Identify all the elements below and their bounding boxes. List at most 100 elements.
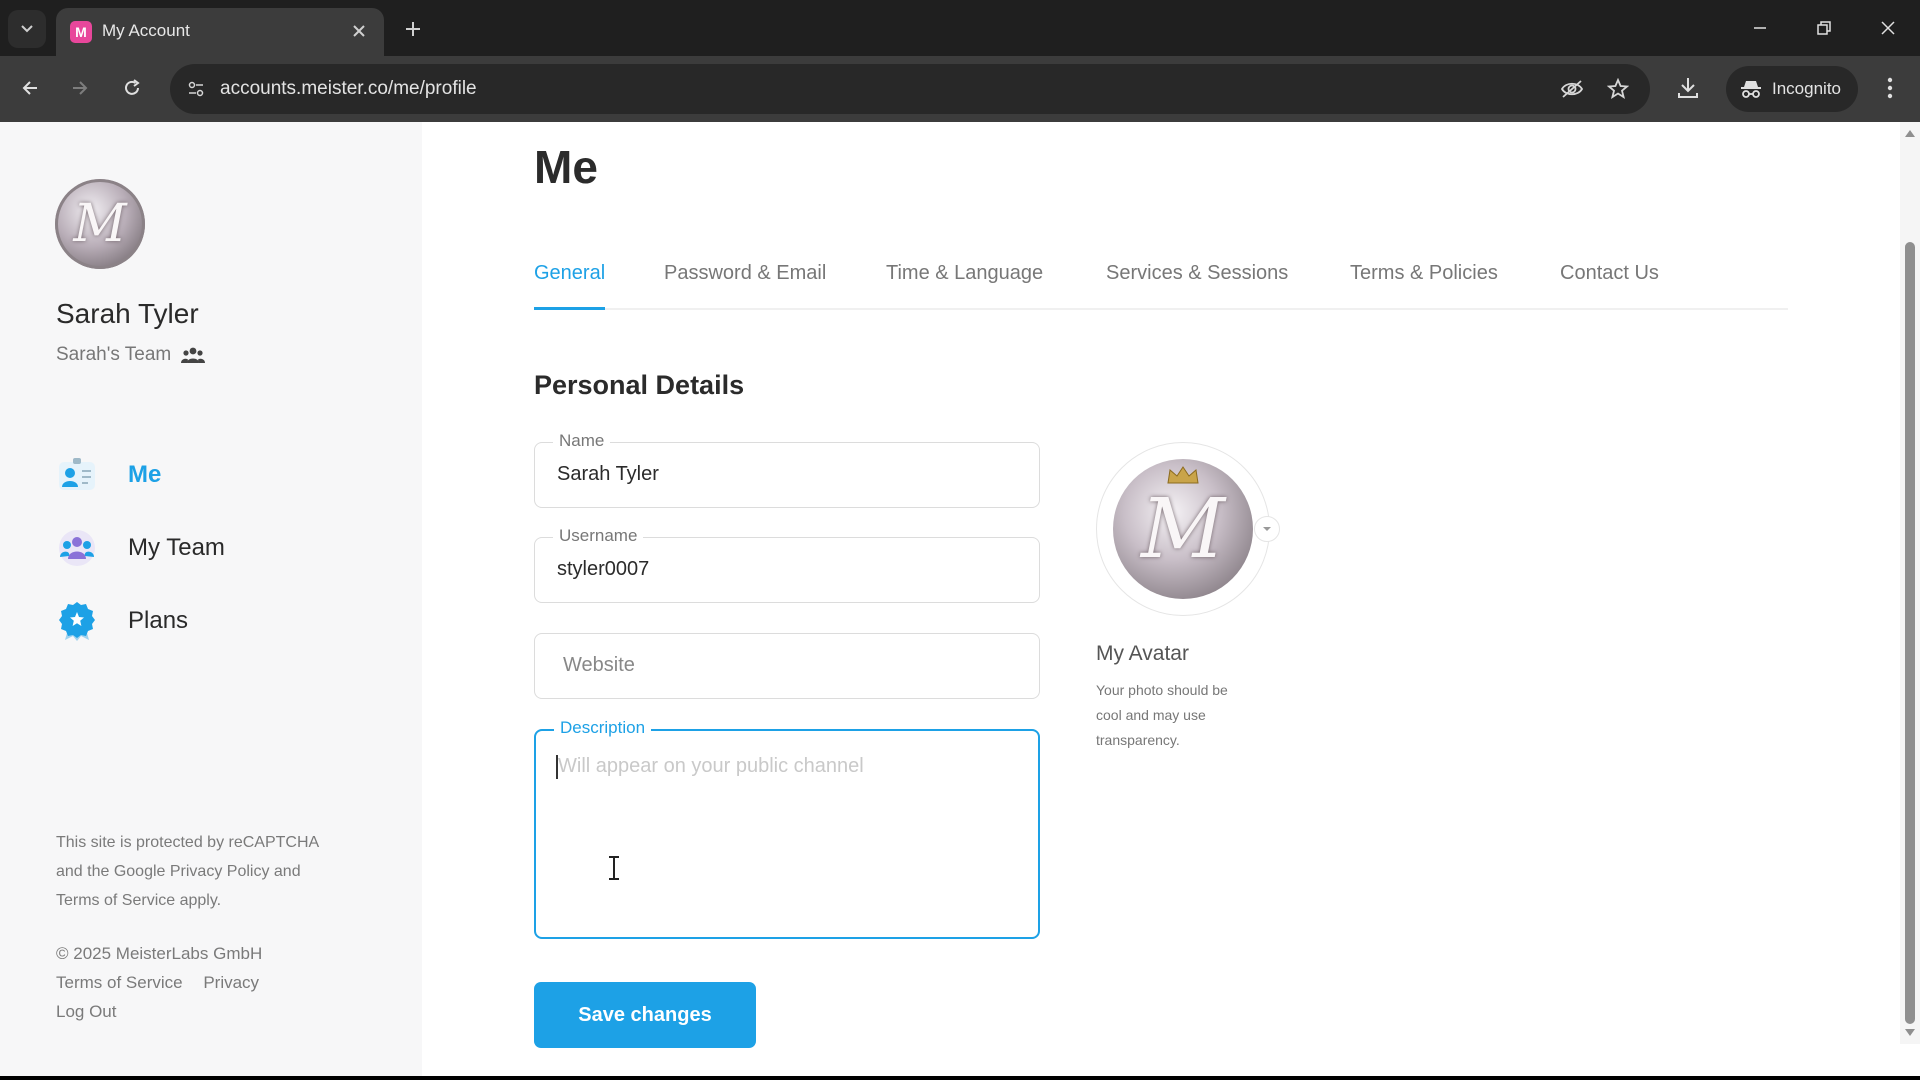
avatar-title: My Avatar bbox=[1096, 642, 1189, 665]
avatar: M bbox=[1113, 459, 1253, 599]
website-field[interactable]: Website bbox=[534, 633, 1040, 699]
restore-icon bbox=[1817, 21, 1831, 35]
privacy-link[interactable]: Privacy bbox=[203, 973, 259, 992]
sidebar-item-label: My Team bbox=[128, 534, 225, 561]
settings-tabs: General Password & Email Time & Language… bbox=[534, 262, 1788, 310]
star-icon bbox=[1607, 78, 1629, 99]
back-button[interactable] bbox=[10, 68, 50, 108]
username-field-value: styler0007 bbox=[557, 558, 650, 580]
avatar[interactable]: M bbox=[55, 179, 145, 269]
incognito-label: Incognito bbox=[1772, 79, 1841, 98]
text-caret bbox=[556, 755, 558, 779]
chevron-down-icon bbox=[21, 25, 33, 33]
avatar-hint-line: cool and may use bbox=[1096, 707, 1206, 723]
copyright: © 2025 MeisterLabs GmbH bbox=[56, 944, 263, 963]
description-placeholder: Will appear on your public channel bbox=[558, 755, 864, 777]
recaptcha-line: This site is protected by reCAPTCHA bbox=[56, 834, 320, 851]
team-name: Sarah's Team bbox=[56, 344, 172, 365]
username-field[interactable]: Username styler0007 bbox=[534, 526, 1040, 603]
minimize-button[interactable] bbox=[1740, 10, 1780, 46]
site-info-button[interactable] bbox=[180, 73, 212, 105]
tab-time-language[interactable]: Time & Language bbox=[886, 262, 1043, 310]
scrollbar-thumb[interactable] bbox=[1905, 242, 1915, 1024]
name-field[interactable]: Name Sarah Tyler bbox=[534, 431, 1040, 508]
avatar-hint: Your photo should be cool and may use tr… bbox=[1096, 678, 1264, 753]
avatar-upload[interactable]: M bbox=[1096, 442, 1270, 616]
avatar-hint-line: Your photo should be bbox=[1096, 682, 1228, 698]
save-changes-button[interactable]: Save changes bbox=[534, 982, 756, 1048]
window-close-button[interactable] bbox=[1868, 10, 1908, 46]
sidebar-item-plans[interactable]: Plans bbox=[56, 600, 188, 642]
text-cursor-icon bbox=[609, 856, 619, 880]
profile-card-icon bbox=[56, 454, 98, 496]
browser-tabstrip: M My Account bbox=[0, 0, 1920, 56]
incognito-indicator[interactable]: Incognito bbox=[1726, 66, 1858, 112]
crown-icon bbox=[1167, 466, 1199, 484]
forward-button[interactable] bbox=[60, 68, 100, 108]
url-text: accounts.meister.co/me/profile bbox=[220, 78, 477, 99]
sidebar-item-label: Me bbox=[128, 461, 162, 488]
incognito-icon bbox=[1741, 81, 1761, 98]
sidebar-item-me[interactable]: Me bbox=[56, 454, 161, 496]
terms-of-service-link[interactable]: Terms of Service bbox=[56, 973, 183, 992]
team-name-row: Sarah's Team bbox=[56, 344, 206, 366]
avatar-monogram: M bbox=[1141, 481, 1225, 577]
name-field-value: Sarah Tyler bbox=[557, 463, 659, 485]
tab-services-sessions[interactable]: Services & Sessions bbox=[1106, 262, 1288, 310]
bookmark-button[interactable] bbox=[1602, 73, 1634, 105]
meister-favicon-icon: M bbox=[70, 21, 92, 43]
tab-contact-us[interactable]: Contact Us bbox=[1560, 262, 1659, 310]
browser-toolbar: accounts.meister.co/me/profile Incognito bbox=[0, 56, 1920, 122]
window-bottom-edge bbox=[0, 1076, 1920, 1080]
tune-icon bbox=[188, 81, 204, 97]
user-name: Sarah Tyler bbox=[56, 298, 199, 329]
page-title: Me bbox=[534, 141, 598, 193]
tab-title: My Account bbox=[102, 21, 190, 40]
reload-button[interactable] bbox=[112, 68, 152, 108]
browser-menu-button[interactable] bbox=[1870, 68, 1910, 108]
sidebar-item-label: Plans bbox=[128, 607, 189, 634]
website-field-placeholder: Website bbox=[563, 654, 635, 676]
section-title: Personal Details bbox=[534, 370, 745, 400]
page-scrollbar[interactable] bbox=[1900, 122, 1920, 1044]
tab-terms-policies[interactable]: Terms & Policies bbox=[1350, 262, 1498, 310]
tab-general[interactable]: General bbox=[534, 262, 606, 310]
tab-search-button[interactable] bbox=[8, 10, 46, 48]
avatar-monogram: M bbox=[73, 194, 127, 254]
plus-icon bbox=[406, 22, 420, 36]
new-tab-button[interactable] bbox=[396, 12, 430, 46]
tab-password-email[interactable]: Password & Email bbox=[664, 262, 826, 310]
name-field-label: Name bbox=[553, 431, 611, 451]
avatar-menu-button[interactable] bbox=[1254, 516, 1280, 542]
reload-icon bbox=[125, 79, 140, 95]
tracking-protection-button[interactable] bbox=[1556, 73, 1588, 105]
tab-close-button[interactable] bbox=[346, 18, 372, 44]
team-icon bbox=[181, 347, 206, 363]
recaptcha-notice: This site is protected by reCAPTCHA and … bbox=[56, 828, 376, 915]
scroll-up-arrow-icon[interactable] bbox=[1904, 128, 1916, 138]
username-field-label: Username bbox=[553, 526, 644, 546]
recaptcha-line: Terms of Service apply. bbox=[56, 892, 222, 909]
download-icon bbox=[1678, 78, 1698, 98]
downloads-button[interactable] bbox=[1668, 68, 1708, 108]
recaptcha-line: and the Google Privacy Policy and bbox=[56, 863, 301, 880]
arrow-left-icon bbox=[22, 81, 37, 95]
caret-down-icon bbox=[1263, 527, 1271, 531]
description-field[interactable]: Description Will appear on your public c… bbox=[534, 718, 1040, 939]
footer-links: Terms of Service Privacy bbox=[56, 973, 259, 993]
badge-icon bbox=[56, 600, 98, 642]
close-icon bbox=[353, 25, 365, 37]
description-field-label: Description bbox=[554, 718, 652, 738]
more-vertical-icon bbox=[1887, 77, 1893, 99]
close-icon bbox=[1881, 21, 1895, 35]
scroll-down-arrow-icon[interactable] bbox=[1904, 1028, 1916, 1038]
arrow-right-icon bbox=[73, 81, 88, 95]
team-icon bbox=[56, 527, 98, 569]
account-sidebar: M Sarah Tyler Sarah's Team Me My Team Pl… bbox=[0, 122, 422, 1080]
log-out-link[interactable]: Log Out bbox=[56, 1002, 117, 1022]
address-bar[interactable]: accounts.meister.co/me/profile bbox=[170, 64, 1650, 114]
restore-button[interactable] bbox=[1804, 10, 1844, 46]
sidebar-item-my-team[interactable]: My Team bbox=[56, 527, 225, 569]
browser-tab[interactable]: M My Account bbox=[56, 8, 384, 56]
eye-off-icon bbox=[1560, 80, 1584, 98]
